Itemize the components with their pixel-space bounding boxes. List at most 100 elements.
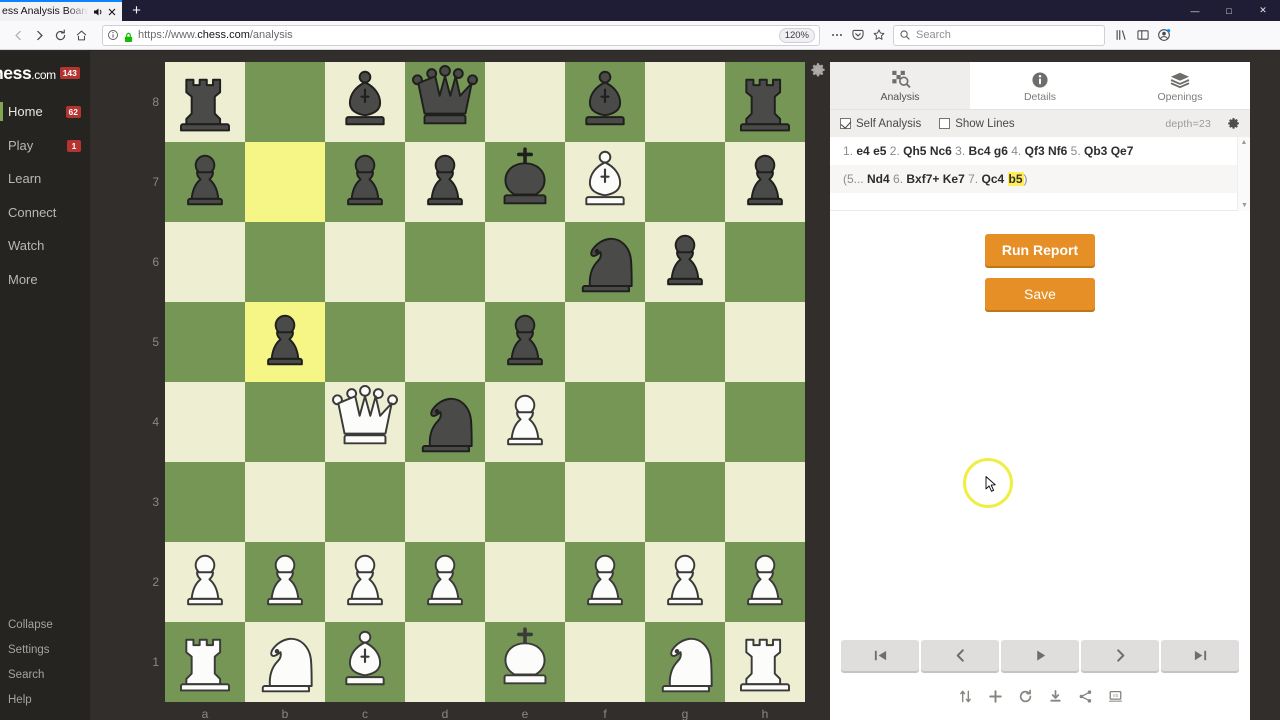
black-bishop-piece[interactable] — [325, 62, 405, 142]
page-actions-icon[interactable] — [826, 25, 847, 46]
previous-move-button[interactable] — [921, 640, 999, 671]
move-token[interactable]: Qb3 — [1084, 144, 1107, 158]
zoom-level-indicator[interactable]: 120% — [778, 27, 815, 43]
reload-icon[interactable] — [1017, 688, 1033, 704]
move-token[interactable]: g6 — [994, 144, 1008, 158]
white-knight-piece[interactable] — [645, 622, 725, 702]
next-move-button[interactable] — [1081, 640, 1159, 671]
board-square-a3[interactable] — [165, 462, 245, 542]
sidebar-toggle-icon[interactable] — [1132, 25, 1153, 46]
move-token[interactable]: Qe7 — [1111, 144, 1134, 158]
black-pawn-piece[interactable] — [245, 302, 325, 382]
sidebar-item-learn[interactable]: Learn — [0, 162, 90, 196]
white-pawn-piece[interactable] — [165, 542, 245, 622]
logo-notification-badge[interactable]: 143 — [59, 67, 80, 79]
black-queen-piece[interactable] — [405, 62, 485, 142]
sidebar-item-home[interactable]: Home 62 — [0, 95, 90, 129]
move-token[interactable]: Nc6 — [930, 144, 952, 158]
board-square-g3[interactable] — [645, 462, 725, 542]
white-rook-piece[interactable] — [725, 622, 805, 702]
black-pawn-piece[interactable] — [645, 222, 725, 302]
last-move-button[interactable] — [1161, 640, 1239, 671]
black-rook-piece[interactable] — [165, 62, 245, 142]
tab-openings[interactable]: Openings — [1110, 62, 1250, 109]
new-game-icon[interactable] — [987, 688, 1003, 704]
board-square-c7[interactable] — [325, 142, 405, 222]
board-square-a8[interactable] — [165, 62, 245, 142]
move-list[interactable]: 1. e4 e5 2. Qh5 Nc6 3. Bc4 g6 4. Qf3 Nf6… — [830, 137, 1250, 211]
sidebar-item-collapse[interactable]: Collapse — [0, 612, 90, 637]
reload-button[interactable] — [50, 25, 71, 46]
board-square-h7[interactable] — [725, 142, 805, 222]
board-square-a4[interactable] — [165, 382, 245, 462]
white-bishop-piece[interactable] — [565, 142, 645, 222]
browser-tab[interactable]: ess Analysis Board and Pl — [0, 0, 122, 21]
move-token[interactable]: Qf3 — [1025, 144, 1045, 158]
board-square-e3[interactable] — [485, 462, 565, 542]
new-tab-button[interactable]: + — [128, 2, 145, 19]
board-square-b7[interactable] — [245, 142, 325, 222]
white-rook-piece[interactable] — [165, 622, 245, 702]
flip-board-icon[interactable] — [957, 688, 973, 704]
board-square-d8[interactable] — [405, 62, 485, 142]
move-token[interactable]: e4 — [856, 144, 869, 158]
move-token[interactable]: Bxf7+ — [906, 172, 939, 186]
white-queen-piece[interactable] — [325, 382, 405, 462]
board-square-c6[interactable] — [325, 222, 405, 302]
board-square-d1[interactable] — [405, 622, 485, 702]
scroll-up-arrow[interactable]: ▲ — [1238, 137, 1250, 148]
board-square-c2[interactable] — [325, 542, 405, 622]
move-token[interactable]: Ke7 — [943, 172, 965, 186]
board-square-h8[interactable] — [725, 62, 805, 142]
black-pawn-piece[interactable] — [725, 142, 805, 222]
board-square-f2[interactable] — [565, 542, 645, 622]
first-move-button[interactable] — [841, 640, 919, 671]
white-pawn-piece[interactable] — [645, 542, 725, 622]
board-square-f6[interactable] — [565, 222, 645, 302]
board-square-a2[interactable] — [165, 542, 245, 622]
board-square-g4[interactable] — [645, 382, 725, 462]
board-square-g1[interactable] — [645, 622, 725, 702]
sidebar-item-watch[interactable]: Watch — [0, 229, 90, 263]
board-square-g8[interactable] — [645, 62, 725, 142]
board-square-g6[interactable] — [645, 222, 725, 302]
black-rook-piece[interactable] — [725, 62, 805, 142]
board-square-b2[interactable] — [245, 542, 325, 622]
board-square-g5[interactable] — [645, 302, 725, 382]
sidebar-item-more[interactable]: More — [0, 263, 90, 297]
board-square-h6[interactable] — [725, 222, 805, 302]
board-square-b6[interactable] — [245, 222, 325, 302]
move-token[interactable]: Nf6 — [1048, 144, 1067, 158]
white-pawn-piece[interactable] — [725, 542, 805, 622]
search-input[interactable]: Search — [916, 29, 951, 41]
window-close-button[interactable]: ✕ — [1246, 0, 1280, 21]
board-square-f8[interactable] — [565, 62, 645, 142]
board-square-g7[interactable] — [645, 142, 725, 222]
search-bar[interactable]: Search — [893, 24, 1105, 46]
back-button[interactable] — [8, 25, 29, 46]
move-list-scrollbar[interactable]: ▲ ▼ — [1237, 137, 1250, 211]
black-knight-piece[interactable] — [405, 382, 485, 462]
play-computer-icon[interactable]: VS — [1107, 688, 1123, 704]
board-square-e1[interactable] — [485, 622, 565, 702]
board-square-b8[interactable] — [245, 62, 325, 142]
board-square-f3[interactable] — [565, 462, 645, 542]
board-square-e8[interactable] — [485, 62, 565, 142]
board-square-h2[interactable] — [725, 542, 805, 622]
white-pawn-piece[interactable] — [245, 542, 325, 622]
board-square-c1[interactable] — [325, 622, 405, 702]
sidebar-item-connect[interactable]: Connect — [0, 196, 90, 230]
move-token[interactable]: Bc4 — [969, 144, 991, 158]
board-square-h4[interactable] — [725, 382, 805, 462]
highlighted-move[interactable]: b5 — [1007, 172, 1024, 186]
window-maximize-button[interactable]: □ — [1212, 0, 1246, 21]
board-square-f1[interactable] — [565, 622, 645, 702]
tab-analysis[interactable]: Analysis — [830, 62, 970, 109]
board-square-b5[interactable] — [245, 302, 325, 382]
board-square-a5[interactable] — [165, 302, 245, 382]
window-minimize-button[interactable]: — — [1178, 0, 1212, 21]
move-token[interactable]: Nd4 — [867, 172, 890, 186]
board-square-a1[interactable] — [165, 622, 245, 702]
board-square-b1[interactable] — [245, 622, 325, 702]
white-knight-piece[interactable] — [245, 622, 325, 702]
